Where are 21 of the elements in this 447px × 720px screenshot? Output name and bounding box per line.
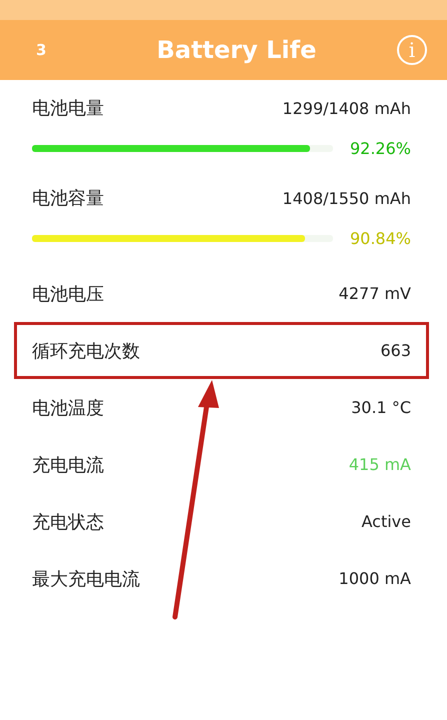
row-label: 电池容量 — [32, 187, 104, 210]
row-value: 1299/1408 mAh — [282, 98, 411, 118]
row-label: 电池电量 — [32, 97, 104, 120]
row-label: 电池电压 — [32, 282, 104, 306]
app-title: Battery Life — [156, 36, 318, 64]
percent-label: 92.26% — [348, 138, 411, 158]
row-label: 循环充电次数 — [32, 340, 140, 362]
header-label: 3 — [36, 41, 48, 59]
row-value: 4277 mV — [338, 284, 411, 303]
row-value: 415 mA — [348, 455, 411, 474]
row-label: 最大充电电流 — [32, 568, 140, 590]
row-value: Active — [362, 512, 411, 531]
row-value: 30.1 °C — [351, 398, 411, 417]
row-value: 1408/1550 mAh — [282, 188, 411, 208]
row-value: 663 — [380, 341, 411, 360]
row-value: 1000 mA — [338, 569, 411, 588]
row-label: 电池温度 — [32, 396, 104, 420]
info-button[interactable]: i — [397, 35, 427, 65]
percent-label: 90.84% — [348, 228, 411, 248]
row-label: 充电电流 — [32, 454, 104, 476]
row-label: 充电状态 — [32, 510, 104, 534]
